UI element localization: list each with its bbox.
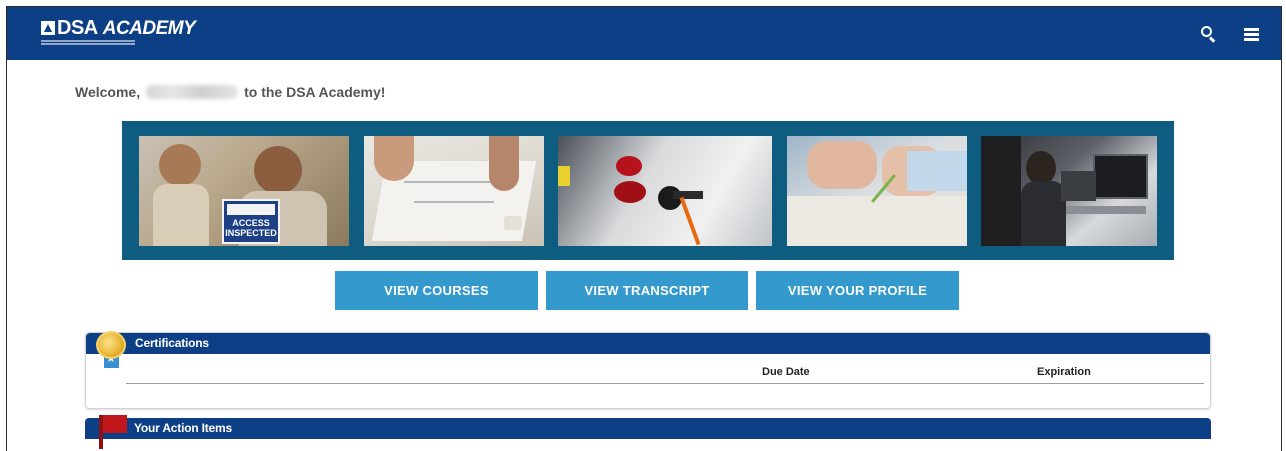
photo-ev-charging	[558, 136, 772, 246]
logo-subtext	[41, 40, 135, 46]
browser-viewport: DSAACADEMY Welcome, to the DSA Academy!	[6, 6, 1282, 451]
medal-icon	[96, 331, 128, 371]
certifications-panel: Certifications Due Date Expiration	[85, 331, 1211, 409]
action-items-title: Your Action Items	[134, 421, 232, 435]
certifications-header: Certifications	[86, 333, 1210, 354]
welcome-suffix: to the DSA Academy!	[244, 84, 386, 100]
view-profile-button[interactable]: VIEW YOUR PROFILE	[756, 271, 959, 310]
table-header-divider	[126, 383, 1204, 384]
welcome-message: Welcome, to the DSA Academy!	[75, 84, 385, 100]
access-inspected-sign: ACCESS INSPECTED	[222, 199, 280, 244]
view-courses-button[interactable]: VIEW COURSES	[335, 271, 538, 310]
search-icon[interactable]	[1199, 24, 1219, 44]
action-items-panel: Your Action Items	[85, 415, 1211, 451]
image-banner: ACCESS INSPECTED	[122, 121, 1174, 260]
user-name-redacted	[146, 85, 239, 99]
photo-blueprints	[364, 136, 544, 246]
photo-office-workers	[981, 136, 1157, 246]
logo-text: DSA	[57, 17, 98, 39]
photo-contractors-access: ACCESS INSPECTED	[139, 136, 349, 246]
view-transcript-button[interactable]: VIEW TRANSCRIPT	[546, 271, 748, 310]
logo-academy-text: ACADEMY	[102, 18, 196, 39]
action-items-header: Your Action Items	[85, 418, 1211, 439]
photo-form-writing	[787, 136, 967, 246]
column-header-expiration[interactable]: Expiration	[1037, 366, 1091, 378]
column-header-due-date[interactable]: Due Date	[762, 366, 810, 378]
certifications-title: Certifications	[135, 336, 209, 350]
red-flag-icon	[99, 413, 129, 449]
hamburger-menu-icon[interactable]	[1242, 24, 1262, 44]
welcome-prefix: Welcome,	[75, 84, 141, 100]
logo-mark-icon	[41, 21, 55, 35]
top-navigation-bar: DSA ACADEMY	[7, 7, 1281, 60]
dsa-academy-logo[interactable]: DSA ACADEMY	[41, 17, 196, 49]
